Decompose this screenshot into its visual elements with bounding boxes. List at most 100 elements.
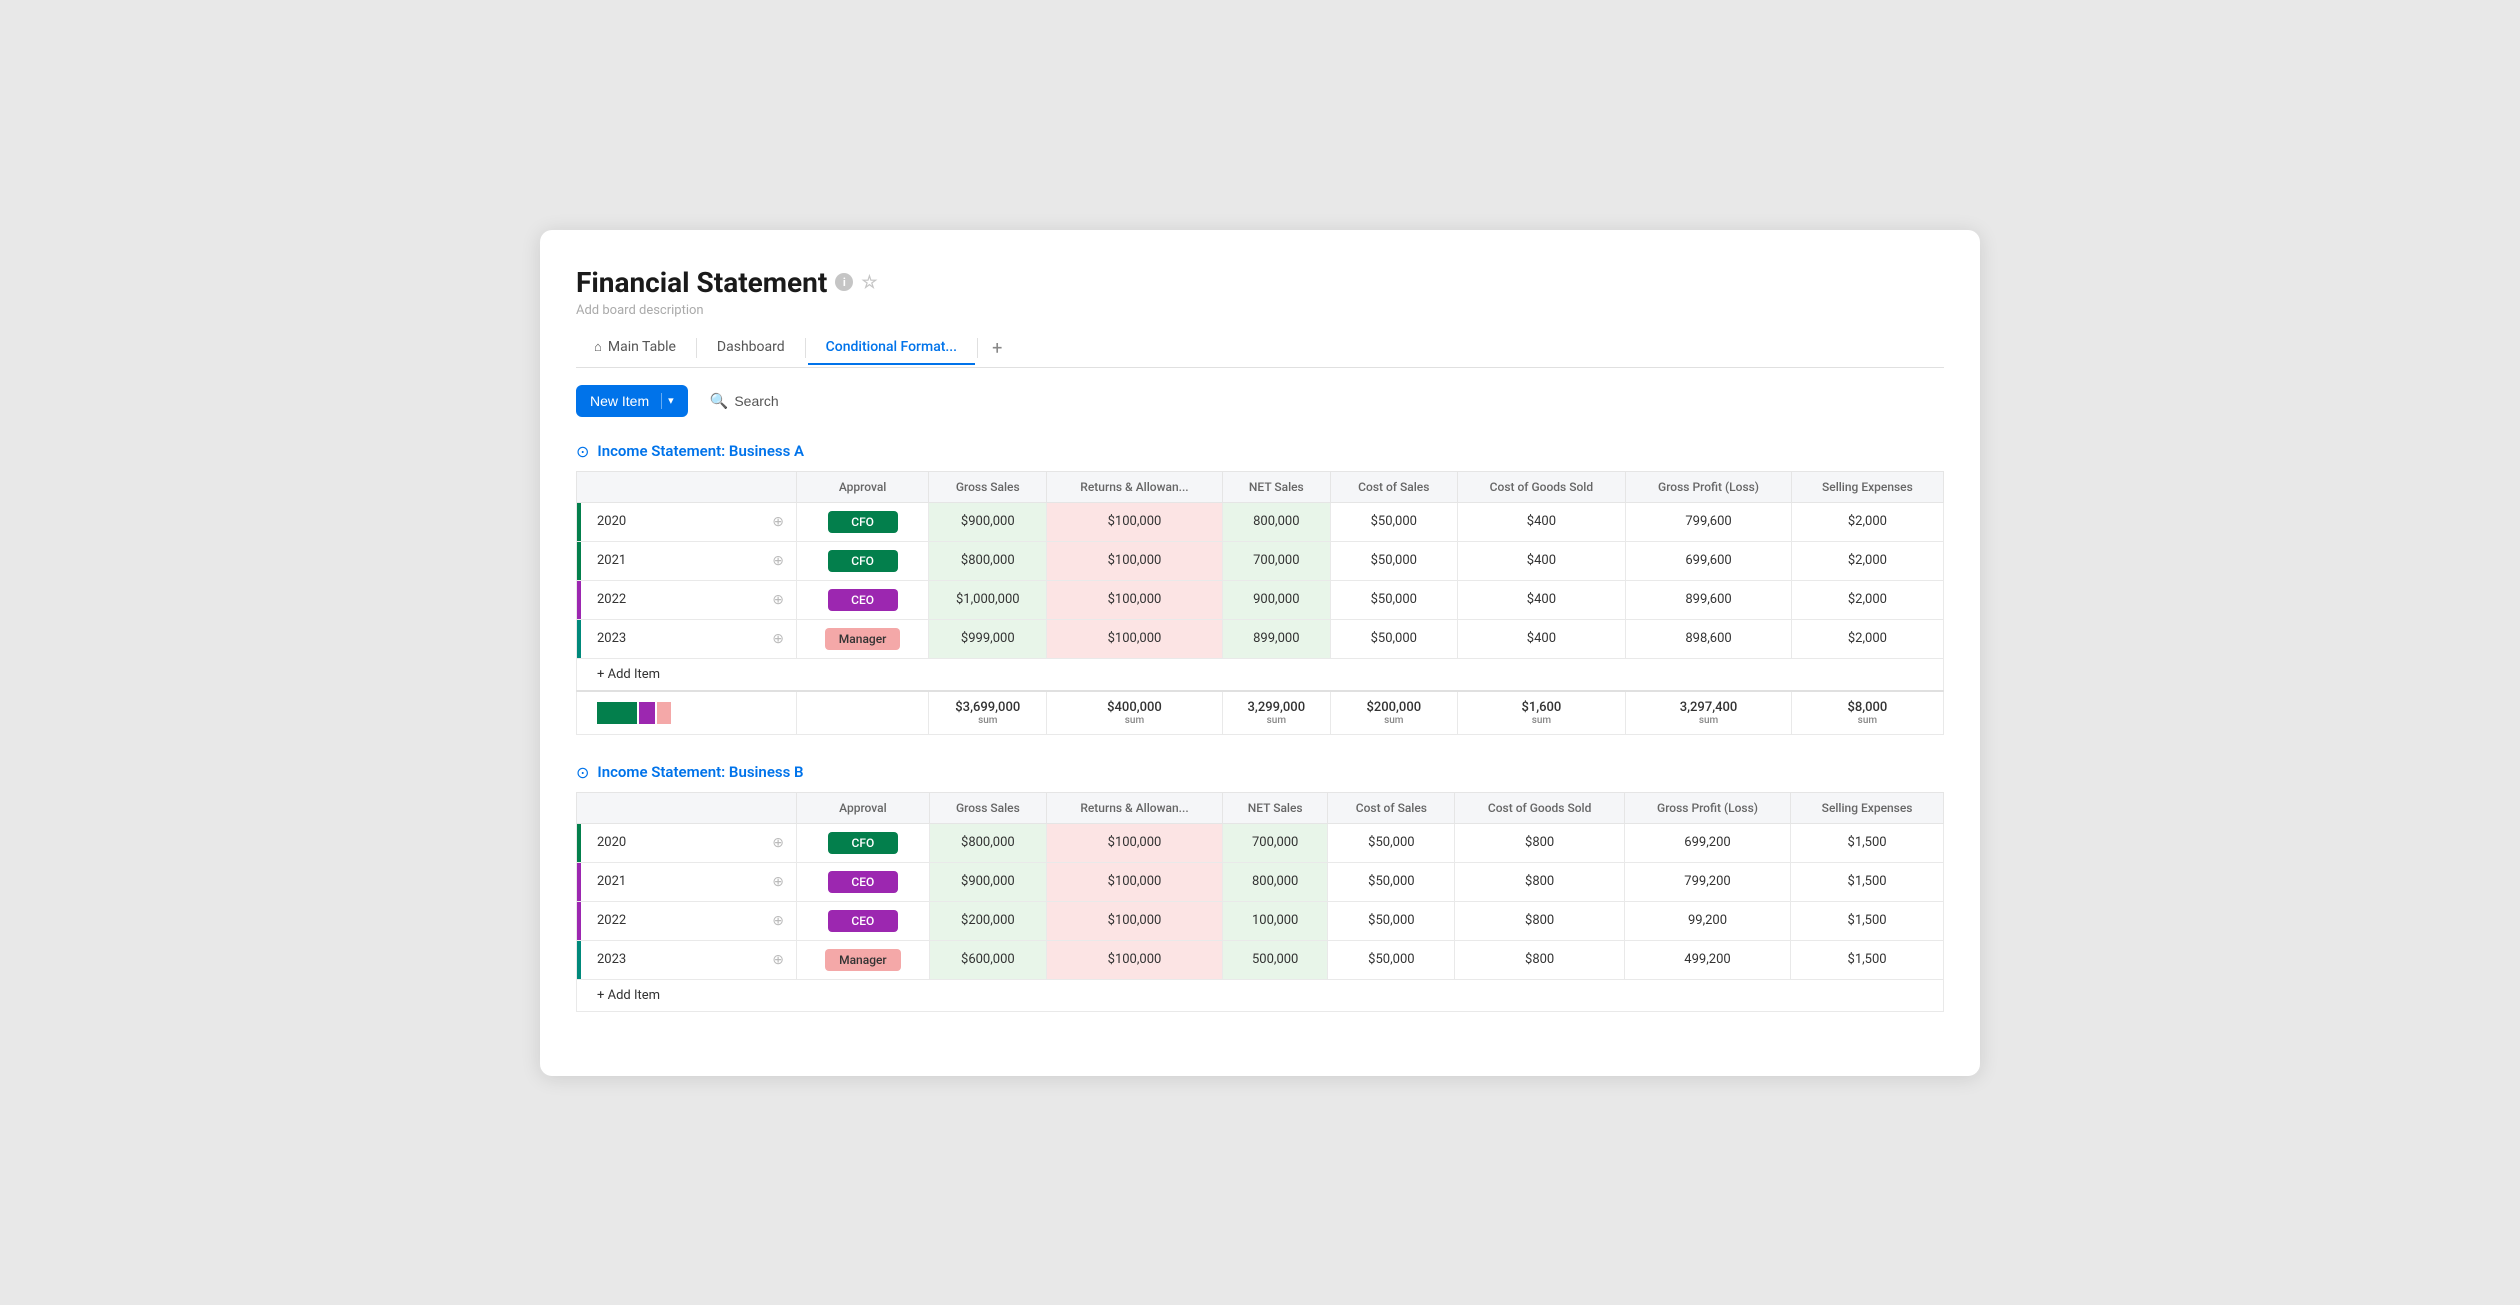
sum-cost-goods: $1,600 sum xyxy=(1457,691,1626,735)
gross-sales-cell: $999,000 xyxy=(929,619,1047,658)
approval-cell: CFO xyxy=(797,541,929,580)
comment-icon[interactable]: ⊕ xyxy=(772,874,784,890)
col-header-approval-b: Approval xyxy=(797,792,930,823)
cost-goods-cell: $800 xyxy=(1455,862,1625,901)
approval-badge: CFO xyxy=(828,550,898,572)
comment-icon[interactable]: ⊕ xyxy=(772,514,784,530)
table-row: 2021 ⊕ CEO $900,000 $100,000 800,000 $50… xyxy=(577,862,1944,901)
group-header-b: ⊙ Income Statement: Business B xyxy=(576,763,1944,782)
group-chevron-a[interactable]: ⊙ xyxy=(576,442,589,461)
gross-sales-cell: $1,000,000 xyxy=(929,580,1047,619)
add-item-label[interactable]: + Add Item xyxy=(577,658,1944,691)
row-year-cell: 2020 ⊕ xyxy=(577,502,797,541)
add-item-row-a[interactable]: + Add Item xyxy=(577,658,1944,691)
col-header-cost-sales-a: Cost of Sales xyxy=(1331,471,1457,502)
button-divider xyxy=(661,393,662,409)
info-icon[interactable]: i xyxy=(835,273,853,291)
row-border xyxy=(577,581,581,619)
returns-cell: $100,000 xyxy=(1047,502,1222,541)
col-header-net-sales-b: NET Sales xyxy=(1223,792,1328,823)
group-header-a: ⊙ Income Statement: Business A xyxy=(576,442,1944,461)
approval-cell: CEO xyxy=(797,901,930,940)
tab-divider-1 xyxy=(696,338,697,358)
comment-icon[interactable]: ⊕ xyxy=(772,952,784,968)
cost-goods-cell: $400 xyxy=(1457,541,1626,580)
add-item-label-b[interactable]: + Add Item xyxy=(577,979,1944,1011)
comment-icon[interactable]: ⊕ xyxy=(772,592,784,608)
col-header-returns-b: Returns & Allowan... xyxy=(1046,792,1222,823)
comment-icon[interactable]: ⊕ xyxy=(772,553,784,569)
selling-exp-cell: $1,500 xyxy=(1791,901,1944,940)
approval-cell: CEO xyxy=(797,862,930,901)
tab-divider-2 xyxy=(805,338,806,358)
table-row: 2020 ⊕ CFO $900,000 $100,000 800,000 $50… xyxy=(577,502,1944,541)
tab-add-button[interactable]: + xyxy=(980,330,1014,367)
bar-green xyxy=(597,702,637,724)
returns-cell: $100,000 xyxy=(1046,823,1222,862)
app-container: Financial Statement i ☆ Add board descri… xyxy=(540,230,1980,1076)
approval-badge: CFO xyxy=(828,832,898,854)
cost-sales-cell: $50,000 xyxy=(1331,619,1457,658)
approval-cell: CEO xyxy=(797,580,929,619)
group-title-b: Income Statement: Business B xyxy=(597,763,803,781)
col-header-approval-a: Approval xyxy=(797,471,929,502)
net-sales-cell: 800,000 xyxy=(1223,862,1328,901)
table-header-row-b: Approval Gross Sales Returns & Allowan..… xyxy=(577,792,1944,823)
board-description[interactable]: Add board description xyxy=(576,303,1944,318)
gross-sales-cell: $900,000 xyxy=(929,502,1047,541)
new-item-button[interactable]: New Item ▾ xyxy=(576,385,688,417)
selling-exp-cell: $2,000 xyxy=(1791,619,1943,658)
cost-sales-cell: $50,000 xyxy=(1328,823,1455,862)
gross-sales-cell: $800,000 xyxy=(929,823,1046,862)
bar-pink xyxy=(657,702,671,724)
tab-main-table[interactable]: ⌂ Main Table xyxy=(576,331,694,365)
star-icon[interactable]: ☆ xyxy=(861,272,877,293)
cost-goods-cell: $400 xyxy=(1457,619,1626,658)
group-chevron-b[interactable]: ⊙ xyxy=(576,763,589,782)
selling-exp-cell: $1,500 xyxy=(1791,823,1944,862)
add-item-row-b[interactable]: + Add Item xyxy=(577,979,1944,1011)
col-header-gross-profit-a: Gross Profit (Loss) xyxy=(1626,471,1792,502)
sum-gross-profit: 3,297,400 sum xyxy=(1626,691,1792,735)
sum-approval xyxy=(797,691,929,735)
approval-badge: CEO xyxy=(828,910,898,932)
comment-icon[interactable]: ⊕ xyxy=(772,835,784,851)
bar-purple xyxy=(639,702,655,724)
approval-badge: CEO xyxy=(828,871,898,893)
returns-cell: $100,000 xyxy=(1047,541,1222,580)
search-icon: 🔍 xyxy=(710,392,729,410)
table-row: 2022 ⊕ CEO $1,000,000 $100,000 900,000 $… xyxy=(577,580,1944,619)
sum-net-sales: 3,299,000 sum xyxy=(1222,691,1330,735)
cost-sales-cell: $50,000 xyxy=(1328,940,1455,979)
cost-sales-cell: $50,000 xyxy=(1331,541,1457,580)
table-row: 2023 ⊕ Manager $999,000 $100,000 899,000… xyxy=(577,619,1944,658)
table-b: Approval Gross Sales Returns & Allowan..… xyxy=(576,792,1944,1012)
search-button[interactable]: 🔍 Search xyxy=(698,384,791,418)
row-border xyxy=(577,542,581,580)
selling-exp-cell: $2,000 xyxy=(1791,580,1943,619)
sum-label-cell xyxy=(577,691,797,735)
table-a: Approval Gross Sales Returns & Allowan..… xyxy=(576,471,1944,735)
approval-cell: Manager xyxy=(797,619,929,658)
cost-goods-cell: $800 xyxy=(1455,901,1625,940)
col-header-name-a xyxy=(577,471,797,502)
gross-profit-cell: 99,200 xyxy=(1624,901,1790,940)
group-title-a: Income Statement: Business A xyxy=(597,442,804,460)
col-header-name-b xyxy=(577,792,797,823)
gross-profit-cell: 699,200 xyxy=(1624,823,1790,862)
gross-profit-cell: 799,200 xyxy=(1624,862,1790,901)
comment-icon[interactable]: ⊕ xyxy=(772,631,784,647)
table-row: 2023 ⊕ Manager $600,000 $100,000 500,000… xyxy=(577,940,1944,979)
tab-dashboard[interactable]: Dashboard xyxy=(699,331,803,365)
comment-icon[interactable]: ⊕ xyxy=(772,913,784,929)
sum-returns: $400,000 sum xyxy=(1047,691,1222,735)
home-icon: ⌂ xyxy=(594,339,602,355)
tab-conditional-format[interactable]: Conditional Format... xyxy=(808,331,975,365)
net-sales-cell: 900,000 xyxy=(1222,580,1330,619)
row-year-cell: 2022 ⊕ xyxy=(577,580,797,619)
table-row: 2022 ⊕ CEO $200,000 $100,000 100,000 $50… xyxy=(577,901,1944,940)
net-sales-cell: 700,000 xyxy=(1222,541,1330,580)
row-border xyxy=(577,620,581,658)
row-year-cell: 2023 ⊕ xyxy=(577,619,797,658)
group-business-a: ⊙ Income Statement: Business A Approval … xyxy=(576,442,1944,735)
